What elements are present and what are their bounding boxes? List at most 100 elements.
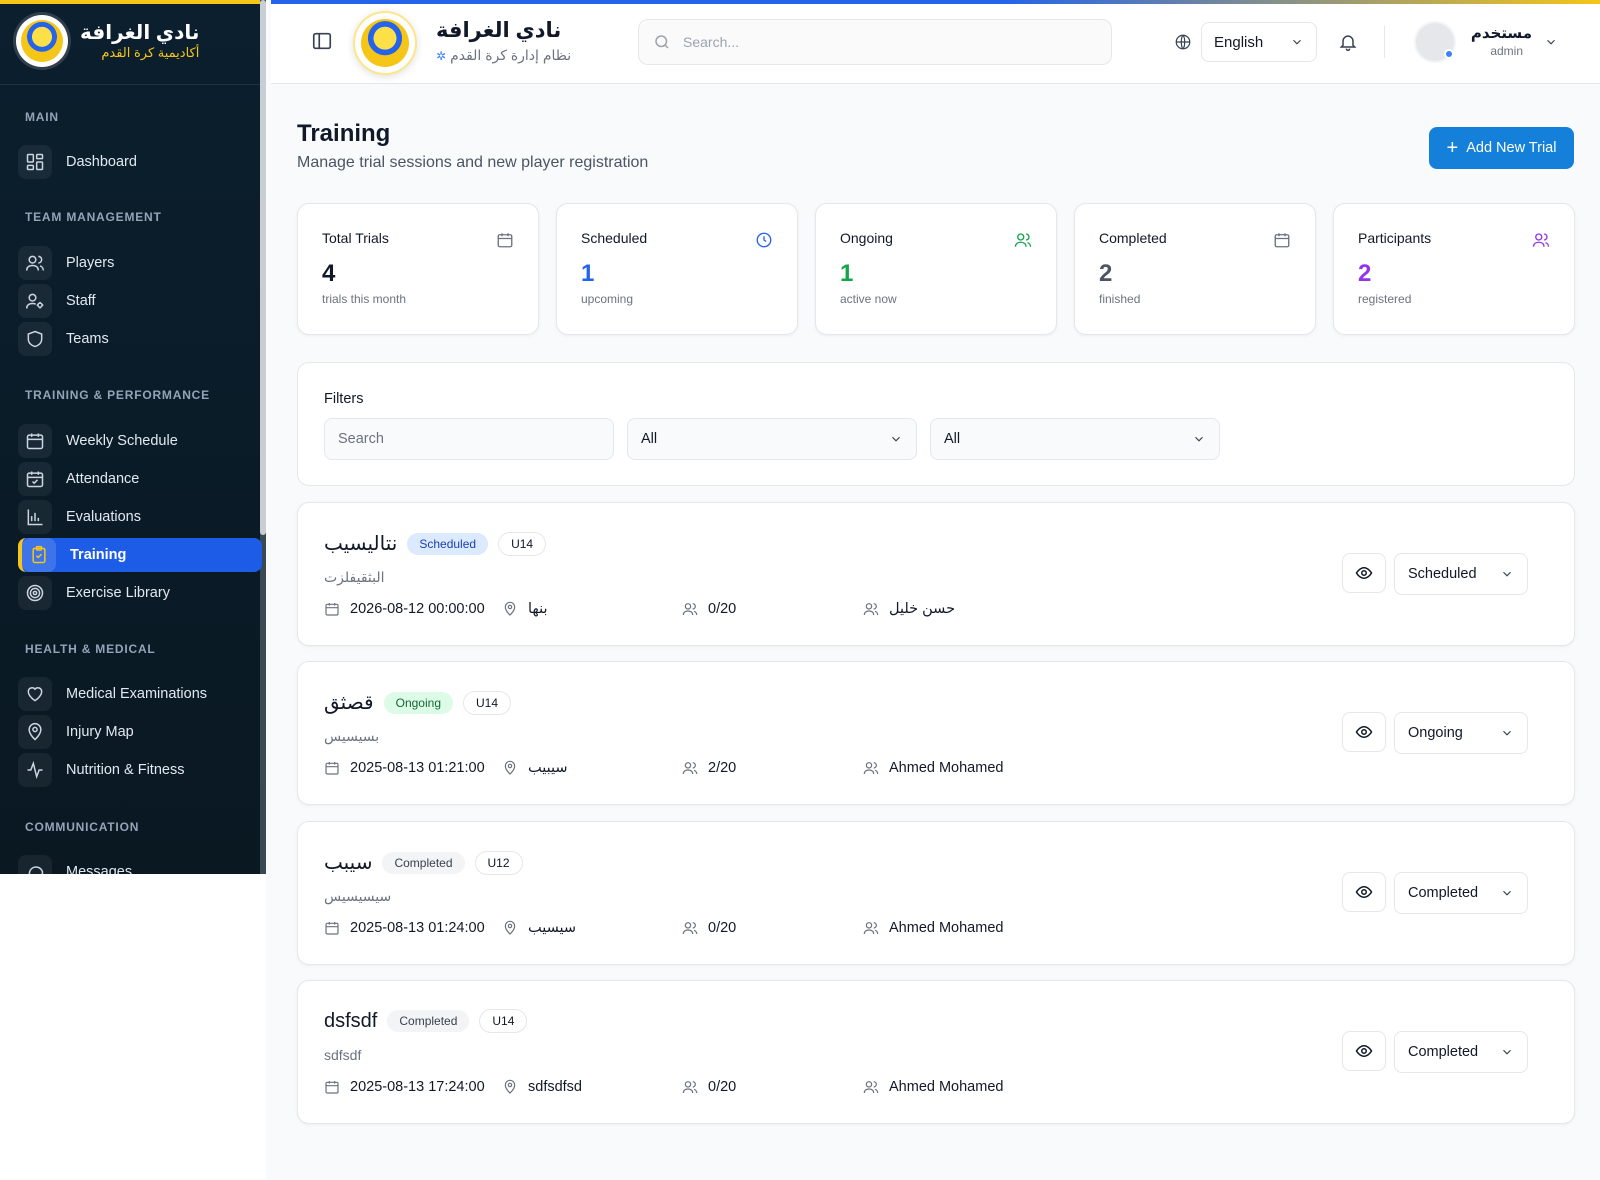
sidebar-item-weekly-schedule[interactable]: Weekly Schedule bbox=[18, 424, 262, 458]
sidebar-item-teams[interactable]: Teams bbox=[18, 322, 262, 356]
filter-status-select[interactable]: All bbox=[627, 418, 917, 460]
language-value: English bbox=[1214, 33, 1264, 51]
header-subtitle-text: نظام إدارة كرة القدم bbox=[450, 47, 572, 63]
globe-icon bbox=[1175, 34, 1191, 50]
trial-coach: حسن خليل bbox=[863, 601, 955, 617]
chevron-down-icon bbox=[1503, 730, 1511, 736]
trial-card[interactable]: قصثق Ongoing U14 بسيسيس 2025-08-13 01:21… bbox=[297, 661, 1575, 805]
trial-card[interactable]: dsfsdf Completed U14 sdfsdf 2025-08-13 1… bbox=[297, 980, 1575, 1124]
trial-datetime-text: 2025-08-13 01:24:00 bbox=[350, 920, 485, 936]
user-cog-icon bbox=[18, 284, 52, 318]
club-logo bbox=[16, 15, 68, 67]
message-icon bbox=[18, 855, 52, 874]
add-new-trial-label: Add New Trial bbox=[1466, 140, 1557, 156]
calendar-check-icon bbox=[18, 462, 52, 496]
trial-coach-text: Ahmed Mohamed bbox=[889, 760, 1004, 776]
status-badge: Scheduled bbox=[407, 532, 489, 555]
dashboard-icon bbox=[18, 145, 52, 179]
map-pin-icon bbox=[504, 601, 516, 616]
trial-status-select[interactable]: Completed bbox=[1394, 1031, 1528, 1073]
top-header: نادي الغرافة ✲ نظام إدارة كرة القدم Engl… bbox=[271, 0, 1600, 84]
view-trial-button[interactable] bbox=[1342, 712, 1386, 752]
sidebar-item-dashboard[interactable]: Dashboard bbox=[18, 145, 262, 179]
trial-header: قصثق Ongoing U14 bbox=[324, 690, 512, 715]
search-icon bbox=[655, 35, 669, 49]
trial-status-select[interactable]: Scheduled bbox=[1394, 553, 1528, 595]
calendar-icon bbox=[325, 1081, 339, 1094]
avatar[interactable] bbox=[1414, 21, 1456, 63]
chevron-down-icon bbox=[1503, 571, 1511, 577]
trial-location-text: سيبيب bbox=[528, 760, 568, 776]
filter-age-select[interactable]: All bbox=[930, 418, 1220, 460]
trial-status-select[interactable]: Completed bbox=[1394, 872, 1528, 914]
brand-title: نادي الغرافة bbox=[80, 22, 200, 44]
trial-name: قصثق bbox=[324, 692, 374, 714]
sidebar-item-label: Medical Examinations bbox=[66, 686, 208, 702]
trial-description: سيسيسيس bbox=[324, 888, 392, 904]
trial-coach: Ahmed Mohamed bbox=[863, 1079, 1003, 1095]
sidebar-item-attendance[interactable]: Attendance bbox=[18, 462, 262, 496]
age-group-badge: U14 bbox=[498, 531, 547, 556]
brand-subtitle: أكاديمية كرة القدم bbox=[101, 45, 200, 60]
trial-datetime-text: 2025-08-13 01:21:00 bbox=[350, 760, 485, 776]
calendar-icon bbox=[18, 424, 52, 458]
eye-icon bbox=[1355, 1044, 1373, 1058]
stat-card-scheduled: Scheduled 1 upcoming bbox=[556, 203, 798, 335]
sidebar-item-players[interactable]: Players bbox=[18, 246, 262, 280]
sidebar-item-staff[interactable]: Staff bbox=[18, 284, 262, 318]
sidebar-item-label: Exercise Library bbox=[66, 585, 170, 601]
sidebar-item-medical-examinations[interactable]: Medical Examinations bbox=[18, 677, 262, 711]
global-search[interactable] bbox=[638, 19, 1112, 65]
user-menu-chevron-icon[interactable] bbox=[1544, 35, 1558, 49]
sidebar-item-label: Evaluations bbox=[66, 509, 141, 525]
trial-header: سيبب Completed U12 bbox=[324, 850, 523, 875]
stat-label: Scheduled bbox=[581, 230, 648, 246]
trial-participants-text: 0/20 bbox=[708, 920, 737, 936]
language-select[interactable]: English bbox=[1201, 22, 1317, 62]
add-new-trial-button[interactable]: + Add New Trial bbox=[1429, 127, 1574, 169]
stat-note: active now bbox=[840, 292, 897, 306]
trial-location: sdfsdfsd bbox=[502, 1079, 582, 1095]
trial-datetime: 2026-08-12 00:00:00 bbox=[324, 601, 485, 617]
stat-value: 4 bbox=[322, 260, 336, 287]
brand[interactable]: نادي الغرافة أكاديمية كرة القدم bbox=[16, 15, 199, 67]
stat-label: Participants bbox=[1358, 230, 1432, 246]
trial-card[interactable]: سيبب Completed U12 سيسيسيس 2025-08-13 01… bbox=[297, 821, 1575, 965]
chevron-down-icon bbox=[1195, 436, 1203, 442]
sidebar-item-label: Injury Map bbox=[66, 724, 134, 740]
sidebar-item-injury-map[interactable]: Injury Map bbox=[18, 715, 262, 749]
users-icon bbox=[18, 246, 52, 280]
calendar-icon bbox=[497, 233, 513, 248]
nav-section-training-performance: TRAINING & PERFORMANCE bbox=[25, 388, 210, 402]
trial-status-select[interactable]: Ongoing bbox=[1394, 712, 1528, 754]
nav-section-health-medical: HEALTH & MEDICAL bbox=[25, 642, 156, 656]
age-group-badge: U14 bbox=[463, 690, 512, 715]
sidebar-item-label: Dashboard bbox=[66, 154, 137, 170]
stat-card-ongoing: Ongoing 1 active now bbox=[815, 203, 1057, 335]
sidebar-item-evaluations[interactable]: Evaluations bbox=[18, 500, 262, 534]
trial-location-text: بنها bbox=[528, 601, 548, 617]
trial-location: بنها bbox=[502, 601, 548, 617]
chevron-down-icon bbox=[1503, 890, 1511, 896]
view-trial-button[interactable] bbox=[1342, 553, 1386, 593]
sidebar-toggle-icon[interactable] bbox=[311, 30, 333, 52]
sidebar-item-training[interactable]: Training bbox=[18, 538, 262, 572]
sidebar-item-nutrition-fitness[interactable]: Nutrition & Fitness bbox=[18, 753, 262, 787]
status-badge: Completed bbox=[382, 851, 465, 874]
view-trial-button[interactable] bbox=[1342, 872, 1386, 912]
view-trial-button[interactable] bbox=[1342, 1031, 1386, 1071]
calendar-icon bbox=[325, 922, 339, 935]
search-input[interactable] bbox=[683, 34, 1083, 50]
filter-search-input[interactable] bbox=[324, 418, 614, 460]
users-icon bbox=[863, 762, 879, 775]
sidebar-item-label: Attendance bbox=[66, 471, 140, 487]
sidebar-item-messages[interactable]: Messages bbox=[18, 855, 262, 874]
nav-section-team-management: TEAM MANAGEMENT bbox=[25, 210, 162, 224]
sidebar-item-label: Players bbox=[66, 255, 115, 271]
sidebar-item-exercise-library[interactable]: Exercise Library bbox=[18, 576, 262, 610]
nav-section-main: MAIN bbox=[25, 110, 59, 124]
status-badge: Ongoing bbox=[383, 691, 453, 714]
trial-location-text: سيسيب bbox=[528, 920, 577, 936]
bell-icon[interactable] bbox=[1338, 32, 1358, 52]
trial-card[interactable]: نتاليسيب Scheduled U14 البثقيفلزت 2026-0… bbox=[297, 502, 1575, 646]
